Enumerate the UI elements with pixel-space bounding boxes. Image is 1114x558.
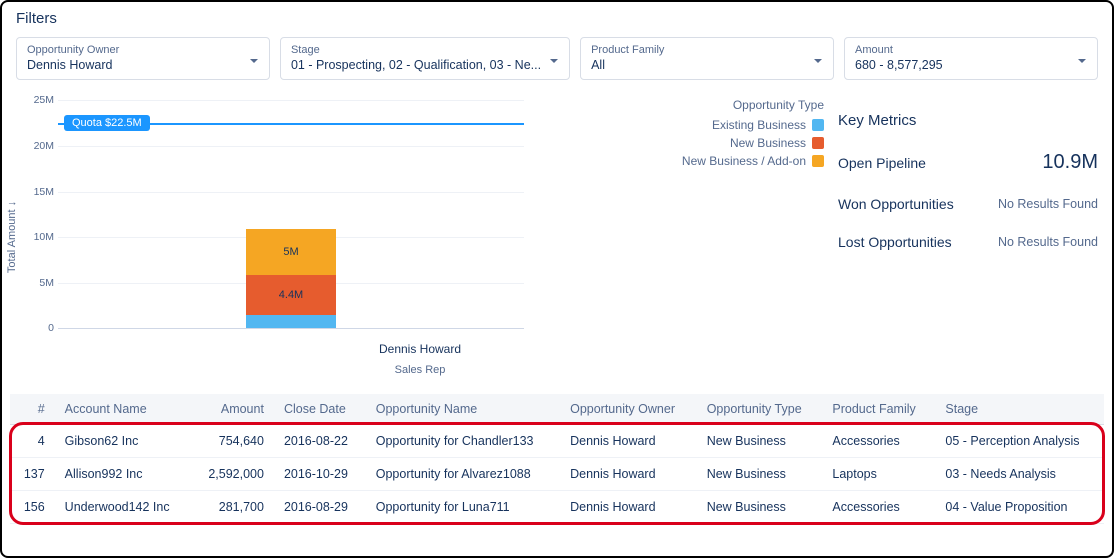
table-cell: 05 - Perception Analysis xyxy=(935,425,1104,458)
y-tick-label: 20M xyxy=(24,140,54,152)
table-cell: 2016-08-29 xyxy=(274,491,366,524)
filter-value: 680 - 8,577,295 xyxy=(855,57,1087,73)
col-opportunity-type[interactable]: Opportunity Type xyxy=(697,394,823,425)
col-index[interactable]: # xyxy=(10,394,55,425)
chevron-down-icon xyxy=(813,54,823,64)
chart-legend: Opportunity Type Existing Business New B… xyxy=(682,98,824,172)
col-stage[interactable]: Stage xyxy=(935,394,1104,425)
table-cell: Opportunity for Alvarez1088 xyxy=(366,458,560,491)
y-tick-label: 0 xyxy=(24,322,54,334)
metric-won-opportunities: Won Opportunities No Results Found xyxy=(838,196,1098,212)
table-cell: Underwood142 Inc xyxy=(55,491,192,524)
legend-swatch xyxy=(812,155,824,167)
metric-label: Open Pipeline xyxy=(838,155,926,171)
table-cell: Dennis Howard xyxy=(560,491,697,524)
legend-label: Existing Business xyxy=(712,118,806,132)
table-cell: 03 - Needs Analysis xyxy=(935,458,1104,491)
key-metrics-panel: Key Metrics Open Pipeline 10.9M Won Oppo… xyxy=(838,92,1098,382)
legend-label: New Business / Add-on xyxy=(682,154,806,168)
filters-row: Opportunity Owner Dennis Howard Stage 01… xyxy=(2,31,1112,92)
bar-segment: 5M xyxy=(246,229,336,275)
legend-item: Existing Business xyxy=(682,118,824,132)
metric-value: No Results Found xyxy=(998,197,1098,211)
filter-opportunity-owner[interactable]: Opportunity Owner Dennis Howard xyxy=(16,37,270,80)
filter-value: 01 - Prospecting, 02 - Qualification, 03… xyxy=(291,57,559,73)
filter-amount[interactable]: Amount 680 - 8,577,295 xyxy=(844,37,1098,80)
metric-lost-opportunities: Lost Opportunities No Results Found xyxy=(838,234,1098,250)
table-cell: Laptops xyxy=(822,458,935,491)
filter-stage[interactable]: Stage 01 - Prospecting, 02 - Qualificati… xyxy=(280,37,570,80)
table-cell: 754,640 xyxy=(191,425,274,458)
bar-segment xyxy=(246,315,336,329)
legend-item: New Business xyxy=(682,136,824,150)
table-cell: Dennis Howard xyxy=(560,458,697,491)
filter-product-family[interactable]: Product Family All xyxy=(580,37,834,80)
y-tick-label: 10M xyxy=(24,231,54,243)
table-cell: New Business xyxy=(697,458,823,491)
table-cell: Dennis Howard xyxy=(560,425,697,458)
table-cell: New Business xyxy=(697,491,823,524)
bar-stack[interactable]: 5M4.4M xyxy=(246,229,336,328)
col-opportunity-name[interactable]: Opportunity Name xyxy=(366,394,560,425)
chevron-down-icon xyxy=(1077,54,1087,64)
col-product-family[interactable]: Product Family xyxy=(822,394,935,425)
filters-heading: Filters xyxy=(2,2,1112,31)
table-cell: 137 xyxy=(10,458,55,491)
metric-label: Won Opportunities xyxy=(838,196,954,212)
bar-segment: 4.4M xyxy=(246,275,336,315)
legend-swatch xyxy=(812,119,824,131)
legend-item: New Business / Add-on xyxy=(682,154,824,168)
y-tick-label: 25M xyxy=(24,94,54,106)
legend-swatch xyxy=(812,137,824,149)
filter-label: Amount xyxy=(855,44,1087,57)
table-header-row: # Account Name Amount Close Date Opportu… xyxy=(10,394,1104,425)
legend-label: New Business xyxy=(730,136,806,150)
x-axis-label: Sales Rep xyxy=(395,364,446,376)
opportunities-table: # Account Name Amount Close Date Opportu… xyxy=(10,394,1104,524)
table-cell: 281,700 xyxy=(191,491,274,524)
col-close-date[interactable]: Close Date xyxy=(274,394,366,425)
table-cell: 2016-08-22 xyxy=(274,425,366,458)
filter-value: All xyxy=(591,57,823,73)
table-cell: Allison992 Inc xyxy=(55,458,192,491)
chevron-down-icon xyxy=(549,54,559,64)
table-cell: 04 - Value Proposition xyxy=(935,491,1104,524)
filter-label: Product Family xyxy=(591,44,823,57)
metric-value: 10.9M xyxy=(1042,151,1098,174)
table-cell: Accessories xyxy=(822,491,935,524)
table-cell: 4 xyxy=(10,425,55,458)
col-account-name[interactable]: Account Name xyxy=(55,394,192,425)
legend-title: Opportunity Type xyxy=(682,98,824,112)
table-cell: Accessories xyxy=(822,425,935,458)
table-cell: 2016-10-29 xyxy=(274,458,366,491)
col-opportunity-owner[interactable]: Opportunity Owner xyxy=(560,394,697,425)
y-tick-label: 5M xyxy=(24,277,54,289)
metric-value: No Results Found xyxy=(998,235,1098,249)
table-row[interactable]: 156Underwood142 Inc281,7002016-08-29Oppo… xyxy=(10,491,1104,524)
table-row[interactable]: 137Allison992 Inc2,592,0002016-10-29Oppo… xyxy=(10,458,1104,491)
y-axis-label: Total Amount ↓ xyxy=(6,201,18,273)
chevron-down-icon xyxy=(249,54,259,64)
table-cell: 156 xyxy=(10,491,55,524)
chart-area: Opportunity Type Existing Business New B… xyxy=(16,92,824,382)
table-cell: Opportunity for Luna711 xyxy=(366,491,560,524)
x-category-label: Dennis Howard xyxy=(379,342,461,356)
filter-label: Opportunity Owner xyxy=(27,44,259,57)
metric-label: Lost Opportunities xyxy=(838,234,952,250)
quota-badge: Quota $22.5M xyxy=(64,115,150,131)
table-row[interactable]: 4Gibson62 Inc754,6402016-08-22Opportunit… xyxy=(10,425,1104,458)
table-cell: Opportunity for Chandler133 xyxy=(366,425,560,458)
metrics-heading: Key Metrics xyxy=(838,112,1098,129)
table-cell: New Business xyxy=(697,425,823,458)
filter-value: Dennis Howard xyxy=(27,57,259,73)
chart-plot: 05M10M15M20M25MQuota $22.5M5M4.4M xyxy=(58,100,524,328)
col-amount[interactable]: Amount xyxy=(191,394,274,425)
metric-open-pipeline: Open Pipeline 10.9M xyxy=(838,151,1098,174)
table-cell: 2,592,000 xyxy=(191,458,274,491)
data-table-wrap: # Account Name Amount Close Date Opportu… xyxy=(2,382,1112,524)
y-tick-label: 15M xyxy=(24,186,54,198)
table-cell: Gibson62 Inc xyxy=(55,425,192,458)
filter-label: Stage xyxy=(291,44,559,57)
